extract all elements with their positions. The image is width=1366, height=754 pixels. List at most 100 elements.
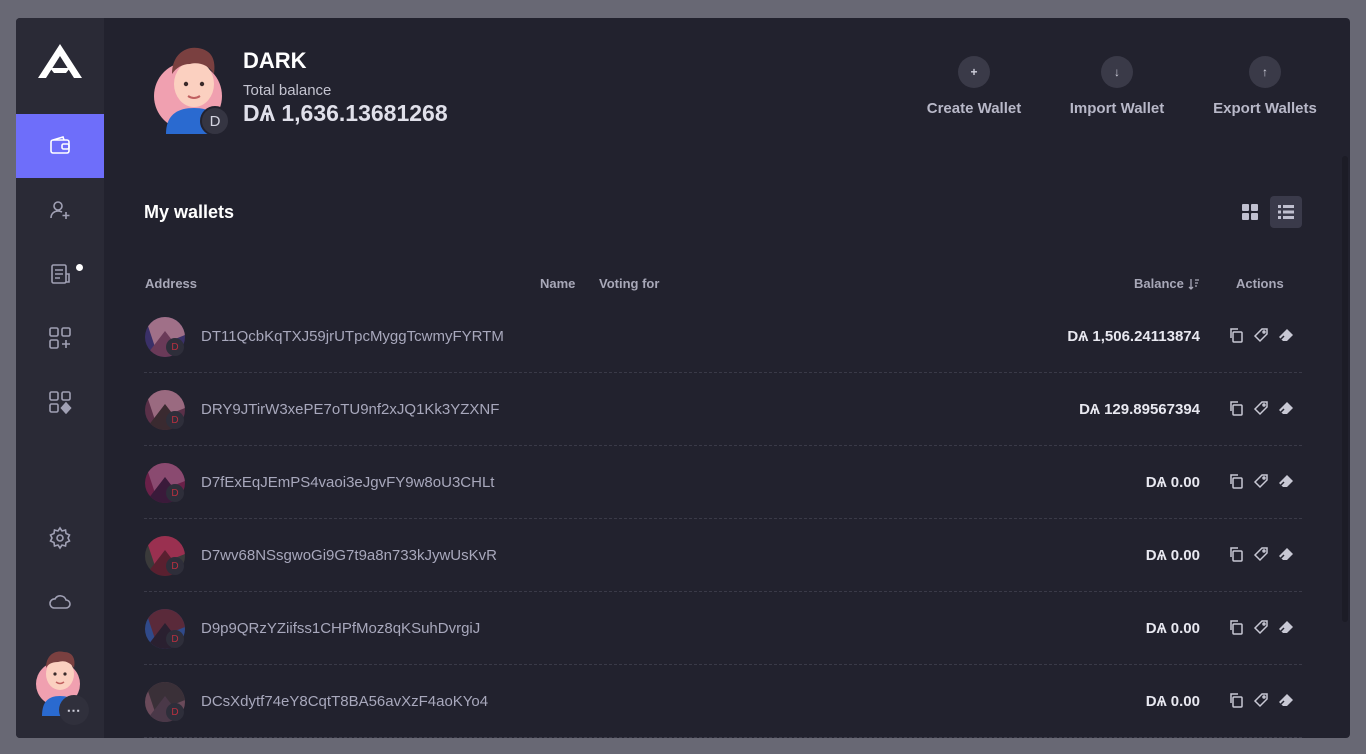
total-balance-value: DѦ 1,636.13681268 (243, 100, 448, 126)
remove-wallet-button[interactable] (1278, 691, 1294, 709)
wallet-balance: DѦ 0.00 (1145, 620, 1200, 637)
export-wallets-label: Export Wallets (1213, 100, 1317, 117)
remove-wallet-button[interactable] (1278, 399, 1294, 417)
import-wallet-button[interactable]: ↓ Import Wallet (1066, 56, 1168, 126)
sidebar-item-network[interactable] (16, 570, 104, 634)
wallet-actions (1228, 545, 1294, 563)
copy-address-button[interactable] (1228, 472, 1244, 490)
cloud-icon (49, 595, 71, 609)
rename-wallet-button[interactable] (1253, 545, 1269, 563)
sidebar-item-contacts[interactable] (16, 178, 104, 242)
column-header-actions: Actions (1236, 276, 1284, 291)
wallet-network-badge: D (166, 630, 184, 648)
total-balance-label: Total balance (243, 82, 332, 99)
wallet-balance: DѦ 129.89567394 (1079, 401, 1200, 418)
rename-wallet-button[interactable] (1253, 618, 1269, 636)
copy-address-button[interactable] (1228, 326, 1244, 344)
wallet-network-badge: D (166, 411, 184, 429)
table-row[interactable]: D D9p9QRzYZiifss1CHPfMoz8qKSuhDvrgiJ DѦ 0.… (144, 592, 1302, 665)
table-row[interactable]: D DT11QcbKqTXJ59jrUTpcMyggTcwmyFYRTM DѦ 1,… (144, 300, 1302, 373)
tag-icon (1253, 401, 1268, 416)
wallet-address[interactable]: D9p9QRzYZiifss1CHPfMoz8qKSuhDvrgiJ (201, 620, 480, 637)
list-view-button[interactable] (1270, 196, 1302, 228)
tag-icon (1253, 328, 1268, 343)
wallet-balance: DѦ 0.00 (1145, 693, 1200, 710)
wallet-balance: DѦ 0.00 (1145, 474, 1200, 491)
tag-icon (1253, 693, 1268, 708)
wallet-address[interactable]: D7fExEqJEmPS4vaoi3eJgvFY9w8oU3CHLt (201, 474, 494, 491)
grid-view-button[interactable] (1234, 196, 1266, 228)
table-row[interactable]: D D7fExEqJEmPS4vaoi3eJgvFY9w8oU3CHLt DѦ 0.… (144, 446, 1302, 519)
rename-wallet-button[interactable] (1253, 472, 1269, 490)
wallet-address[interactable]: DCsXdytf74eY8CqtT8BA56avXzF4aoKYo4 (201, 693, 488, 710)
table-row[interactable]: D DCsXdytf74eY8CqtT8BA56avXzF4aoKYo4 DѦ 0.… (144, 665, 1302, 738)
table-row[interactable]: D D7wv68NSsgwoGi9G7t9a8n733kJywUsKvR DѦ 0.… (144, 519, 1302, 592)
copy-icon (1230, 328, 1243, 343)
add-contact-icon (50, 201, 70, 219)
wallet-network-badge: D (166, 484, 184, 502)
sidebar-item-plugin-manager[interactable] (16, 370, 104, 434)
plugin-manager-icon (49, 391, 72, 414)
wallet-network-badge: D (166, 703, 184, 721)
wallet-actions (1228, 326, 1294, 344)
wallet-actions (1228, 472, 1294, 490)
copy-address-button[interactable] (1228, 399, 1244, 417)
remove-wallet-button[interactable] (1278, 545, 1294, 563)
wallet-address[interactable]: DRY9JTirW3xePE7oTU9nf2xJQ1Kk3YZXNF (201, 401, 499, 418)
eraser-icon (1279, 329, 1293, 341)
wallet-network-badge: D (166, 557, 184, 575)
copy-icon (1230, 693, 1243, 708)
remove-wallet-button[interactable] (1278, 472, 1294, 490)
wallet-network-badge: D (166, 338, 184, 356)
settings-icon (49, 526, 71, 550)
scrollbar[interactable] (1342, 156, 1348, 622)
export-wallets-button[interactable]: ↑ Export Wallets (1212, 56, 1318, 126)
tag-icon (1253, 547, 1268, 562)
copy-address-button[interactable] (1228, 618, 1244, 636)
wallet-address[interactable]: DT11QcbKqTXJ59jrUTpcMyggTcwmyFYRTM (201, 328, 504, 345)
sidebar: ⋯ (16, 18, 104, 738)
import-wallet-label: Import Wallet (1069, 100, 1165, 117)
remove-wallet-button[interactable] (1278, 326, 1294, 344)
column-header-address[interactable]: Address (145, 276, 197, 291)
copy-address-button[interactable] (1228, 545, 1244, 563)
eraser-icon (1279, 694, 1293, 706)
wallet-actions (1228, 618, 1294, 636)
copy-icon (1230, 401, 1243, 416)
copy-icon (1230, 620, 1243, 635)
copy-address-button[interactable] (1228, 691, 1244, 709)
copy-icon (1230, 474, 1243, 489)
wallet-actions (1228, 691, 1294, 709)
wallet-balance: DѦ 1,506.24113874 (1067, 328, 1200, 345)
wallet-icon (50, 136, 70, 154)
more-button[interactable]: ⋯ (59, 695, 89, 725)
rename-wallet-button[interactable] (1253, 691, 1269, 709)
wallet-actions (1228, 399, 1294, 417)
network-badge: D (200, 106, 230, 136)
eraser-icon (1279, 548, 1293, 560)
profile-name: DARK (243, 48, 307, 73)
notification-dot (76, 264, 83, 271)
tag-icon (1253, 474, 1268, 489)
ark-logo[interactable] (36, 42, 84, 82)
sort-icon (1188, 278, 1199, 290)
rename-wallet-button[interactable] (1253, 399, 1269, 417)
sidebar-item-settings[interactable] (16, 506, 104, 570)
column-header-voting[interactable]: Voting for (599, 276, 659, 291)
sidebar-item-plugins[interactable] (16, 306, 104, 370)
export-icon: ↑ (1249, 56, 1281, 88)
sidebar-item-transactions[interactable] (16, 242, 104, 306)
remove-wallet-button[interactable] (1278, 618, 1294, 636)
column-header-balance-label: Balance (1134, 276, 1184, 291)
plugin-add-icon (49, 327, 71, 349)
create-wallet-button[interactable]: + Create Wallet (922, 56, 1026, 126)
grid-icon (1242, 204, 1258, 220)
table-row[interactable]: D DRY9JTirW3xePE7oTU9nf2xJQ1Kk3YZXNF DѦ 12… (144, 373, 1302, 446)
rename-wallet-button[interactable] (1253, 326, 1269, 344)
wallet-address[interactable]: D7wv68NSsgwoGi9G7t9a8n733kJywUsKvR (201, 547, 497, 564)
sidebar-item-wallets[interactable] (16, 114, 104, 178)
column-header-name[interactable]: Name (540, 276, 575, 291)
wallet-balance: DѦ 0.00 (1145, 547, 1200, 564)
column-header-balance[interactable]: Balance (1134, 276, 1200, 291)
copy-icon (1230, 547, 1243, 562)
